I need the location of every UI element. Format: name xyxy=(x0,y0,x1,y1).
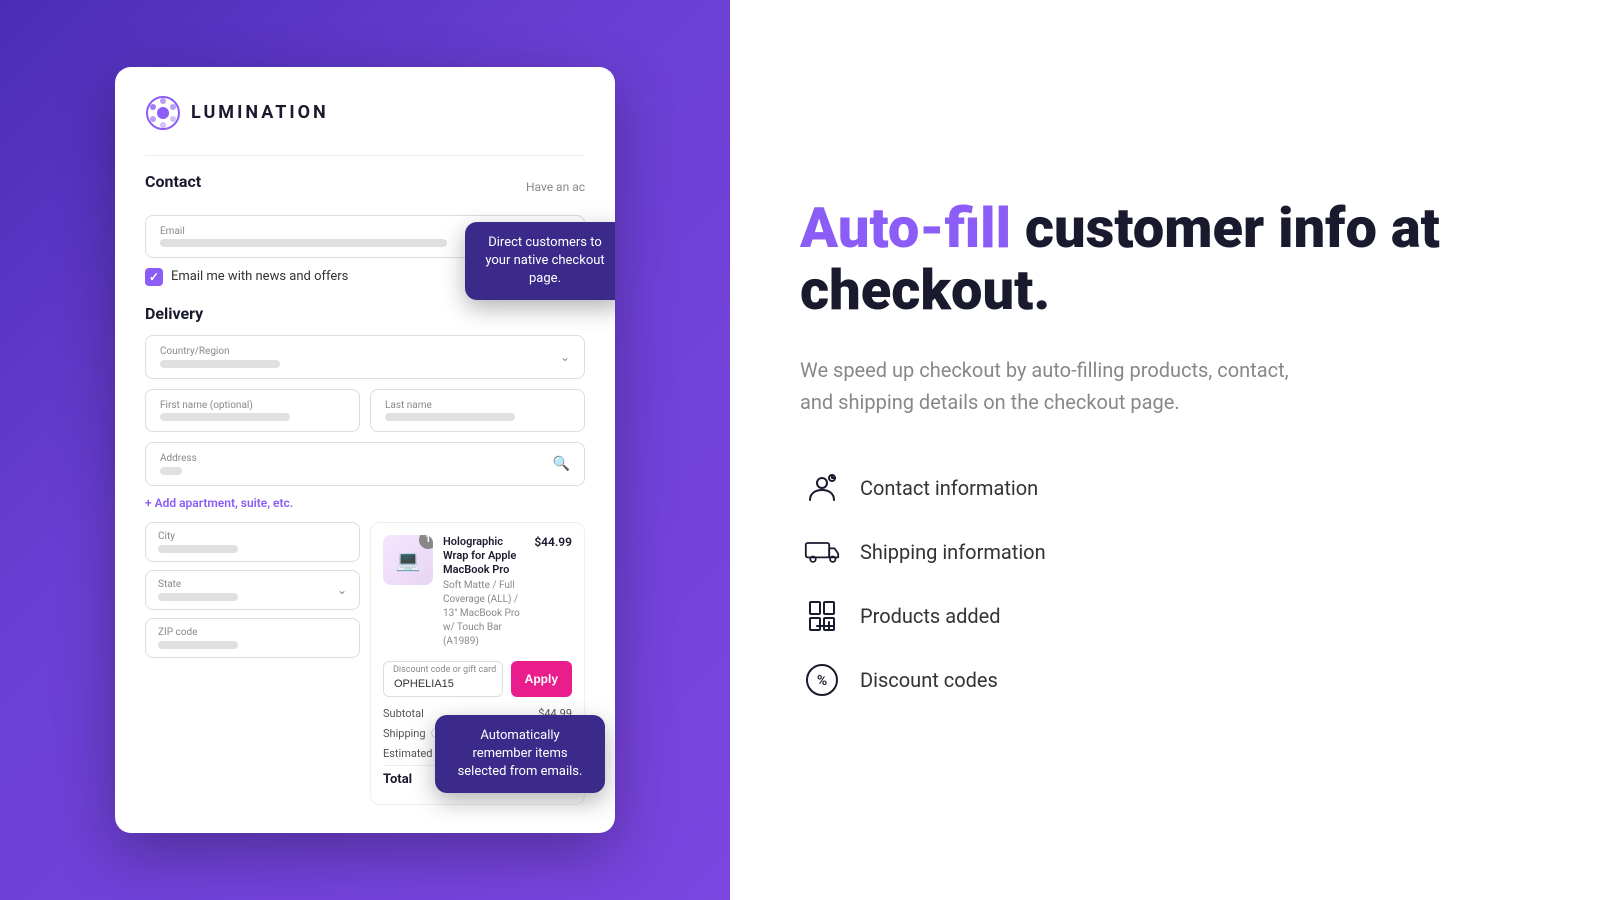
country-value xyxy=(160,360,280,368)
subtotal-label: Subtotal xyxy=(383,707,424,720)
left-panel: LUMINATION Contact Have an ac Email Emai… xyxy=(0,0,730,900)
add-apartment-link[interactable]: + Add apartment, suite, etc. xyxy=(145,496,585,510)
products-icon xyxy=(800,594,844,638)
features-list: Contact information Shipping information xyxy=(800,466,1530,702)
apply-button[interactable]: Apply xyxy=(511,661,572,697)
discount-icon: % xyxy=(800,658,844,702)
contact-title: Contact xyxy=(145,172,201,191)
state-value xyxy=(158,593,238,601)
state-field[interactable]: State ⌄ xyxy=(145,570,360,610)
subtext: We speed up checkout by auto-filling pro… xyxy=(800,354,1320,418)
last-name-value xyxy=(385,413,515,421)
country-label: Country/Region xyxy=(160,346,280,357)
city-value xyxy=(158,545,238,553)
search-icon: 🔍 xyxy=(553,456,570,472)
have-account-text: Have an ac xyxy=(526,180,585,194)
feature-shipping-label: Shipping information xyxy=(860,540,1046,564)
email-checkbox[interactable] xyxy=(145,268,163,286)
email-checkbox-label: Email me with news and offers xyxy=(171,269,348,284)
feature-shipping: Shipping information xyxy=(800,530,1530,574)
last-name-field[interactable]: Last name xyxy=(370,389,585,432)
first-name-value xyxy=(160,413,290,421)
discount-label: Discount code or gift card xyxy=(393,665,496,675)
name-fields: First name (optional) Last name xyxy=(145,389,585,432)
address-label: Address xyxy=(160,453,197,464)
tooltip-checkout-text: Direct customers to your native checkout… xyxy=(485,235,604,286)
tooltip-checkout: Direct customers to your native checkout… xyxy=(465,222,615,301)
first-name-field[interactable]: First name (optional) xyxy=(145,389,360,432)
address-field-inner: Address xyxy=(160,453,197,475)
product-price: $44.99 xyxy=(534,535,572,650)
shipping-label: Shipping ⓘ xyxy=(383,725,441,740)
tooltip-remember: Automatically remember items selected fr… xyxy=(435,715,605,794)
discount-row: Discount code or gift card Apply xyxy=(383,661,572,697)
chevron-down-icon: ⌄ xyxy=(560,350,570,364)
product-image: 💻 1 xyxy=(383,535,433,585)
last-name-label: Last name xyxy=(385,400,570,411)
country-field-inner: Country/Region xyxy=(160,346,280,368)
svg-text:%: % xyxy=(817,673,827,689)
feature-contact-label: Contact information xyxy=(860,476,1038,500)
first-name-label: First name (optional) xyxy=(160,400,345,411)
city-field[interactable]: City xyxy=(145,522,360,562)
shipping-icon xyxy=(800,530,844,574)
discount-field-container: Discount code or gift card xyxy=(383,661,503,697)
country-field[interactable]: Country/Region ⌄ xyxy=(145,335,585,379)
logo-icon xyxy=(145,95,181,131)
address-fields-left: City State ⌄ ZIP code xyxy=(145,522,360,806)
state-chevron-icon: ⌄ xyxy=(337,583,347,597)
feature-contact: Contact information xyxy=(800,466,1530,510)
address-field[interactable]: Address 🔍 xyxy=(145,442,585,486)
zip-value xyxy=(158,641,238,649)
logo-text: LUMINATION xyxy=(191,102,329,123)
logo-area: LUMINATION xyxy=(145,95,585,131)
right-panel: Auto-fill customer info at checkout. We … xyxy=(730,0,1600,900)
total-label: Total xyxy=(383,772,412,787)
product-name: Holographic Wrap for Apple MacBook Pro xyxy=(443,535,524,578)
zip-label: ZIP code xyxy=(158,627,347,638)
headline-accent: Auto-fill xyxy=(800,195,1011,261)
contact-icon xyxy=(800,466,844,510)
feature-discount-label: Discount codes xyxy=(860,668,998,692)
delivery-title: Delivery xyxy=(145,304,585,323)
city-label: City xyxy=(158,531,347,542)
product-badge: 1 xyxy=(419,535,433,549)
product-variant: Soft Matte / Full Coverage (ALL) / 13" M… xyxy=(443,579,524,649)
feature-products: Products added xyxy=(800,594,1530,638)
state-field-inner: State xyxy=(158,579,238,601)
contact-header: Contact Have an ac xyxy=(145,172,585,203)
feature-products-label: Products added xyxy=(860,604,1001,628)
email-value xyxy=(160,239,447,247)
state-label: State xyxy=(158,579,238,590)
checkout-card: LUMINATION Contact Have an ac Email Emai… xyxy=(115,67,615,834)
address-value xyxy=(160,467,182,475)
product-item: 💻 1 Holographic Wrap for Apple MacBook P… xyxy=(383,535,572,650)
product-details: Holographic Wrap for Apple MacBook Pro S… xyxy=(443,535,524,650)
headline: Auto-fill customer info at checkout. xyxy=(800,198,1530,321)
zip-field[interactable]: ZIP code xyxy=(145,618,360,658)
tooltip-remember-text: Automatically remember items selected fr… xyxy=(458,728,583,779)
feature-discount: % Discount codes xyxy=(800,658,1530,702)
